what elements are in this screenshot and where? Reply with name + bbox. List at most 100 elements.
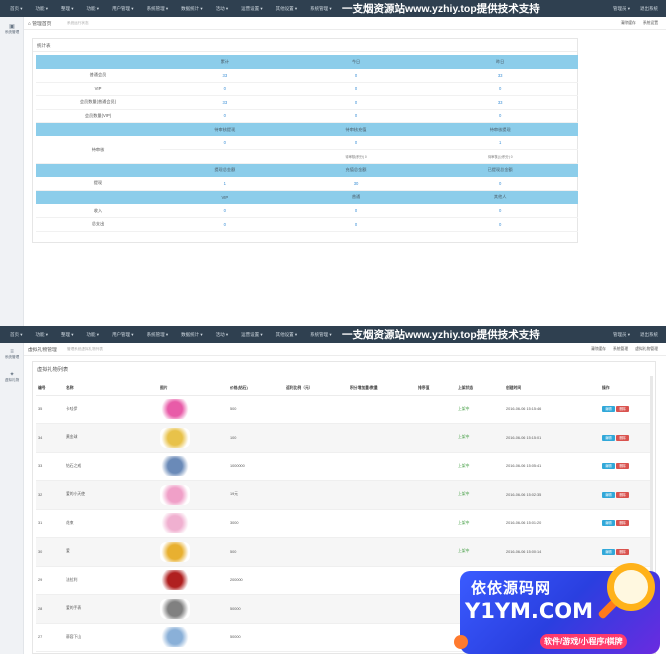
column-header[interactable]: 返利比例（元） xyxy=(284,382,348,396)
edit-button[interactable]: 编辑 xyxy=(602,463,615,470)
gift-admin-link[interactable]: 虚拟礼物管理 xyxy=(635,347,658,351)
stat-value[interactable]: 1 xyxy=(160,176,290,191)
sidebar-item-label: 虚拟礼物 xyxy=(4,378,20,382)
column-header[interactable]: 编号 xyxy=(36,382,64,396)
stat-value[interactable]: 1 xyxy=(422,136,578,151)
left-sidebar: ▣ 系统管理 xyxy=(0,17,24,326)
stat-value[interactable]: 0 xyxy=(160,109,290,124)
menu-item[interactable]: 活动 ▾ xyxy=(216,6,229,12)
column-header[interactable]: 名称 xyxy=(64,382,158,396)
menu-item[interactable]: 其他设置 ▾ xyxy=(276,6,298,12)
table-row: 35 卡哇伊 500 上架中 2016-06-06 15:15:46 编辑 删除 xyxy=(36,395,650,424)
delete-button[interactable]: 删除 xyxy=(616,406,629,413)
system-settings-link[interactable]: 系统设置 xyxy=(643,21,658,25)
menu-item[interactable]: 用户管理 ▾ xyxy=(112,332,134,338)
header-links: 清除缓存 系统设置 xyxy=(615,21,658,26)
gift-status: 上架中 xyxy=(456,480,504,510)
stat-value[interactable]: 33 xyxy=(160,68,290,83)
gift-price: 19元 xyxy=(228,480,284,510)
menu-item[interactable]: 系统管理 ▾ xyxy=(310,6,332,12)
gift-created-time: 2016-06-06 15:01:20 xyxy=(504,509,600,538)
stat-value[interactable]: 0 xyxy=(422,217,578,232)
edit-button[interactable]: 编辑 xyxy=(602,406,615,413)
menu-item[interactable]: 其他设置 ▾ xyxy=(276,332,298,338)
stat-value[interactable]: 33 xyxy=(422,95,578,110)
clear-cache-link[interactable]: 清除缓存 xyxy=(621,21,636,25)
stat-value[interactable]: 0 xyxy=(422,176,578,191)
stat-value[interactable]: 33 xyxy=(160,95,290,110)
stat-value[interactable]: 0 xyxy=(289,136,423,151)
menu-item[interactable]: 功能 ▾ xyxy=(36,332,49,338)
stat-value[interactable]: 0 xyxy=(289,109,423,124)
top-navbar: 首页 ▾ 功能 ▾ 整理 ▾ 功能 ▾ 用户管理 ▾ 系统管理 ▾ 数据统计 ▾… xyxy=(0,326,666,343)
menu-item[interactable]: 数据统计 ▾ xyxy=(181,6,203,12)
delete-button[interactable]: 删除 xyxy=(616,463,629,470)
delete-button[interactable]: 删除 xyxy=(616,491,629,498)
gift-image-cell xyxy=(158,594,228,624)
stat-value[interactable]: 0 xyxy=(160,217,290,232)
stat-value[interactable]: 0 xyxy=(160,136,290,151)
menu-item[interactable]: 活动 ▾ xyxy=(216,332,229,338)
gift-rebate xyxy=(284,480,348,510)
stat-value[interactable]: 30 xyxy=(289,176,423,191)
stat-value[interactable]: 0 xyxy=(289,217,423,232)
stat-value[interactable]: 0 xyxy=(289,82,423,97)
menu-item[interactable]: 用户管理 ▾ xyxy=(112,6,134,12)
column-header[interactable]: 价格(钻石) xyxy=(228,382,284,396)
admin-menu[interactable]: 管理员 ▾ xyxy=(613,332,630,338)
edit-button[interactable]: 编辑 xyxy=(602,434,615,441)
menu-item[interactable]: 系统管理 ▾ xyxy=(310,332,332,338)
stat-value[interactable]: 0 xyxy=(160,82,290,97)
menu-item[interactable]: 首页 ▾ xyxy=(10,332,23,338)
logout-link[interactable]: 退出系统 xyxy=(640,332,658,338)
menu-item[interactable]: 功能 ▾ xyxy=(36,6,49,12)
edit-button[interactable]: 编辑 xyxy=(602,520,615,527)
menu-item[interactable]: 系统管理 ▾ xyxy=(147,6,169,12)
system-link[interactable]: 系统管理 xyxy=(613,347,628,351)
delete-button[interactable]: 删除 xyxy=(616,520,629,527)
gift-points xyxy=(348,566,416,595)
admin-menu[interactable]: 管理员 ▾ xyxy=(613,6,630,12)
stat-value[interactable]: 0 xyxy=(422,82,578,97)
column-header[interactable]: 图片 xyxy=(158,382,228,396)
stat-value[interactable]: 0 xyxy=(422,109,578,124)
menu-item[interactable]: 首页 ▾ xyxy=(10,6,23,12)
delete-button[interactable]: 删除 xyxy=(616,548,629,555)
menu-item[interactable]: 运营设置 ▾ xyxy=(241,332,263,338)
sidebar-item-system[interactable]: ▣ 系统管理 xyxy=(0,23,24,35)
stat-value[interactable]: 33 xyxy=(422,68,578,83)
column-header[interactable]: 创建时间 xyxy=(504,382,600,396)
table-row: 33 钻石之戒 1000000 上架中 2016-06-06 15:05:41 编辑 删除 xyxy=(36,452,650,481)
clear-cache-link[interactable]: 清除缓存 xyxy=(591,347,606,351)
menu-item[interactable]: 功能 ▾ xyxy=(87,332,100,338)
menu-item[interactable]: 运营设置 ▾ xyxy=(241,6,263,12)
stat-value[interactable]: 0 xyxy=(160,204,290,219)
header-cell: 充值总金额 xyxy=(289,163,423,177)
sidebar-item-gifts[interactable]: ✦ 虚拟礼物 xyxy=(0,371,24,383)
stat-value[interactable]: 0 xyxy=(289,204,423,219)
logout-link[interactable]: 退出系统 xyxy=(640,6,658,12)
table-header-row: 编号 名称 图片 价格(钻石) 返利比例（元） 积分增加量/数量 排序值 上架状… xyxy=(36,382,650,396)
menu-item[interactable]: 整理 ▾ xyxy=(61,6,74,12)
stat-value[interactable]: 0 xyxy=(289,68,423,83)
edit-button[interactable]: 编辑 xyxy=(602,491,615,498)
panel-title: 统计表 xyxy=(33,39,577,52)
sidebar-item-system[interactable]: ≡ 系统管理 xyxy=(0,349,24,360)
menu-item[interactable]: 功能 ▾ xyxy=(87,6,100,12)
gift-created-time: 2016-06-06 15:15:46 xyxy=(504,395,600,424)
column-header[interactable]: 排序值 xyxy=(416,382,456,396)
column-header[interactable]: 积分增加量/数量 xyxy=(348,382,416,396)
gift-price: 200000 xyxy=(228,566,284,595)
edit-button[interactable]: 编辑 xyxy=(602,548,615,555)
menu-item[interactable]: 系统管理 ▾ xyxy=(147,332,169,338)
column-header[interactable]: 上架状态 xyxy=(456,382,504,396)
gift-price: 1000000 xyxy=(228,452,284,481)
menu-item[interactable]: 数据统计 ▾ xyxy=(181,332,203,338)
delete-button[interactable]: 删除 xyxy=(616,434,629,441)
stat-value[interactable]: 0 xyxy=(422,204,578,219)
header-cell xyxy=(36,55,160,69)
gift-image xyxy=(160,570,190,591)
menu-item[interactable]: 整理 ▾ xyxy=(61,332,74,338)
gift-image-cell xyxy=(158,480,228,510)
stat-value[interactable]: 0 xyxy=(289,95,423,110)
